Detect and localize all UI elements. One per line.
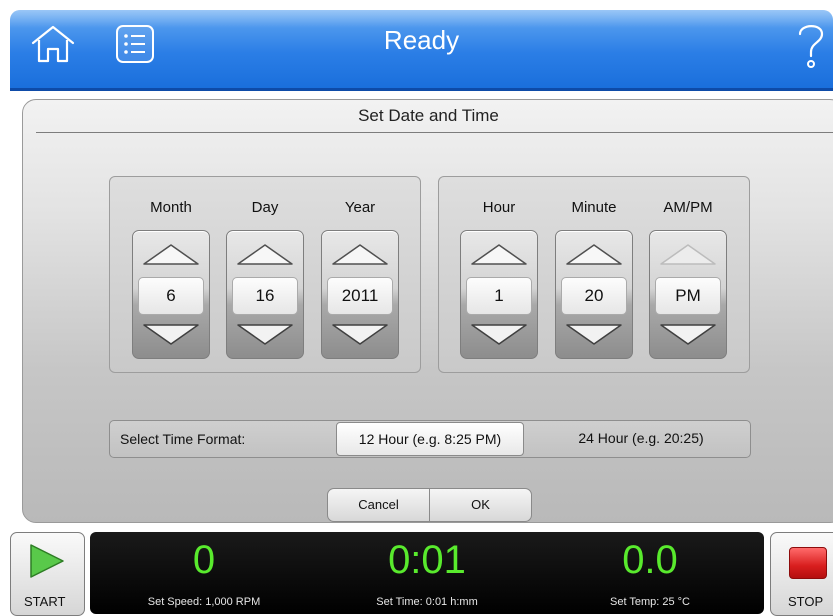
ampm-label: AM/PM xyxy=(663,199,713,216)
year-label: Year xyxy=(344,199,376,216)
day-spinner: 16 xyxy=(226,230,304,359)
run-status-panel: 0 Set Speed: 1,000 RPM 0:01 Set Time: 0:… xyxy=(90,532,764,614)
stop-button-label: STOP xyxy=(788,594,824,609)
set-speed-label: Set Speed: 1,000 RPM xyxy=(147,596,261,608)
hour-increment-button[interactable] xyxy=(469,241,529,267)
ampm-decrement-button[interactable] xyxy=(658,322,718,348)
chevron-up-icon xyxy=(237,244,293,265)
minute-increment-button[interactable] xyxy=(564,241,624,267)
play-icon xyxy=(30,544,64,578)
time-format-12-hour-option[interactable]: 12 Hour (e.g. 8:25 PM) xyxy=(336,422,524,456)
chevron-down-icon xyxy=(566,324,622,345)
chevron-down-icon xyxy=(143,324,199,345)
chevron-down-icon xyxy=(332,324,388,345)
day-increment-button[interactable] xyxy=(235,241,295,267)
day-decrement-button[interactable] xyxy=(235,322,295,348)
month-value: 6 xyxy=(138,277,204,315)
chevron-up-icon xyxy=(143,244,199,265)
help-button[interactable] xyxy=(795,20,827,70)
title-bar-border xyxy=(10,88,833,91)
year-decrement-button[interactable] xyxy=(330,322,390,348)
month-spinner: 6 xyxy=(132,230,210,359)
hour-spinner: 1 xyxy=(460,230,538,359)
time-readout: 0:01 xyxy=(388,538,466,582)
day-value: 16 xyxy=(232,277,298,315)
time-format-selector: Select Time Format: 12 Hour (e.g. 8:25 P… xyxy=(109,420,751,458)
chevron-down-icon xyxy=(237,324,293,345)
time-format-24-hour-option[interactable]: 24 Hour (e.g. 20:25) xyxy=(546,422,736,454)
title-divider xyxy=(36,132,833,133)
title-bar: Ready xyxy=(10,10,833,88)
month-increment-button[interactable] xyxy=(141,241,201,267)
year-spinner: 2011 xyxy=(321,230,399,359)
start-button-label: START xyxy=(24,594,66,609)
cancel-button[interactable]: Cancel xyxy=(327,488,430,522)
ampm-spinner: PM xyxy=(649,230,727,359)
ampm-increment-button xyxy=(658,241,718,267)
month-decrement-button[interactable] xyxy=(141,322,201,348)
chevron-up-icon xyxy=(660,244,716,265)
time-format-label: Select Time Format: xyxy=(120,431,246,447)
ampm-value: PM xyxy=(655,277,721,315)
chevron-down-icon xyxy=(660,324,716,345)
month-label: Month xyxy=(150,199,192,216)
year-value: 2011 xyxy=(327,277,393,315)
time-panel: Hour Minute AM/PM 1 20 PM xyxy=(438,176,750,373)
speed-readout: 0 xyxy=(192,538,216,582)
chevron-up-icon xyxy=(566,244,622,265)
chevron-down-icon xyxy=(471,324,527,345)
chevron-up-icon xyxy=(471,244,527,265)
status-title: Ready xyxy=(383,25,460,55)
minute-label: Minute xyxy=(571,199,617,216)
temperature-readout: 0.0 xyxy=(622,538,678,582)
minute-value: 20 xyxy=(561,277,627,315)
hour-decrement-button[interactable] xyxy=(469,322,529,348)
set-temperature-label: Set Temp: 25 °C xyxy=(609,596,690,608)
stop-icon xyxy=(789,547,827,579)
hour-value: 1 xyxy=(466,277,532,315)
ok-button[interactable]: OK xyxy=(429,488,532,522)
help-icon xyxy=(798,25,824,68)
year-increment-button[interactable] xyxy=(330,241,390,267)
minute-decrement-button[interactable] xyxy=(564,322,624,348)
set-time-label: Set Time: 0:01 h:mm xyxy=(376,596,478,608)
hour-label: Hour xyxy=(482,199,516,216)
stop-button[interactable]: STOP xyxy=(770,532,833,616)
date-panel: Month Day Year 6 16 2011 xyxy=(109,176,421,373)
chevron-up-icon xyxy=(332,244,388,265)
day-label: Day xyxy=(251,199,279,216)
start-button[interactable]: START xyxy=(10,532,85,616)
set-date-time-dialog: Set Date and Time Month Day Year 6 16 20… xyxy=(22,99,833,523)
dialog-title: Set Date and Time xyxy=(358,106,499,125)
minute-spinner: 20 xyxy=(555,230,633,359)
